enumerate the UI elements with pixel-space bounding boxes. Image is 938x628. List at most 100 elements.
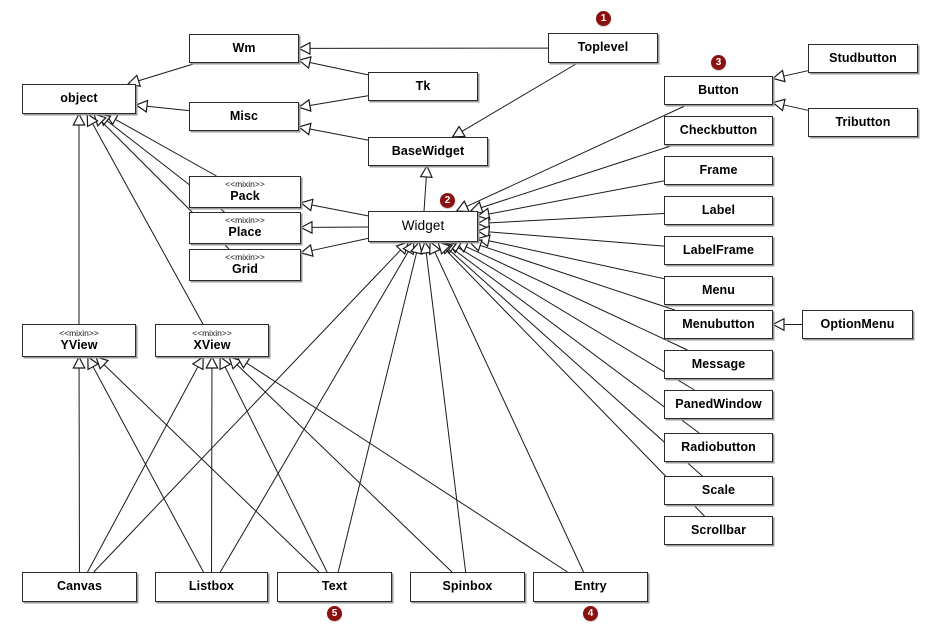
class-name-label: Pack [230, 189, 260, 204]
edge-line [783, 70, 809, 77]
edge-line [92, 366, 204, 573]
edge-line [434, 251, 584, 573]
class-node-label[interactable]: Label [664, 196, 773, 225]
edge-line [488, 212, 665, 224]
class-name-label: Widget [401, 218, 445, 234]
edge-line [480, 244, 675, 311]
class-node-optionmenu[interactable]: OptionMenu [802, 310, 913, 339]
edge-line [457, 247, 695, 391]
class-name-label: OptionMenu [820, 316, 895, 331]
edge-line [224, 366, 328, 573]
class-name-label: LabelFrame [682, 242, 755, 257]
class-name-label: Label [701, 202, 736, 217]
class-node-basewidget[interactable]: BaseWidget [368, 137, 488, 166]
class-node-menu[interactable]: Menu [664, 276, 773, 305]
class-node-yview[interactable]: <<mixin>> YView [22, 324, 136, 357]
class-name-label: Listbox [188, 579, 235, 594]
callout-badge-5: 5 [327, 606, 342, 621]
generalization-arrowhead [297, 41, 311, 56]
class-name-label: Button [698, 82, 739, 97]
generalization-arrowhead [72, 112, 86, 126]
edge-line [337, 252, 418, 573]
class-name-label: Place [228, 225, 262, 240]
class-node-scrollbar[interactable]: Scrollbar [664, 516, 773, 545]
generalization-arrowhead [771, 98, 786, 112]
class-name-label: object [60, 91, 98, 106]
generalization-arrowhead [299, 220, 313, 235]
edge-line [452, 248, 700, 434]
stereotype-label: <<mixin>> [225, 179, 265, 190]
class-name-label: Toplevel [577, 40, 629, 55]
edge-line [466, 104, 688, 207]
edge-line [488, 240, 665, 280]
class-node-wm[interactable]: Wm [189, 34, 299, 63]
class-node-radiobutton[interactable]: Radiobutton [664, 433, 773, 462]
class-name-label: Scale [701, 482, 736, 497]
class-node-menubutton[interactable]: Menubutton [664, 310, 773, 339]
class-node-listbox[interactable]: Listbox [155, 572, 268, 602]
class-node-frame[interactable]: Frame [664, 156, 773, 185]
class-node-message[interactable]: Message [664, 350, 773, 379]
callout-badge-1: 1 [596, 11, 611, 26]
edge-line [92, 123, 204, 325]
class-name-label: Spinbox [442, 579, 493, 594]
generalization-arrowhead [205, 355, 219, 369]
edge-line [481, 144, 675, 209]
generalization-arrowhead [419, 164, 433, 179]
callout-badge-2: 2 [440, 193, 455, 208]
edge-line [311, 204, 369, 217]
class-node-labelframe[interactable]: LabelFrame [664, 236, 773, 265]
class-node-toplevel[interactable]: Toplevel [548, 33, 658, 63]
class-node-entry[interactable]: Entry [533, 572, 648, 602]
class-node-button[interactable]: Button [664, 76, 773, 105]
class-node-xview[interactable]: <<mixin>> XView [155, 324, 269, 357]
class-node-tributton[interactable]: Tributton [808, 108, 918, 137]
class-node-spinbox[interactable]: Spinbox [410, 572, 525, 602]
edge-line [465, 246, 688, 351]
generalization-arrowhead [451, 125, 466, 138]
class-name-label: Message [691, 356, 746, 371]
class-name-label: BaseWidget [391, 143, 465, 158]
edge-line [246, 362, 568, 573]
edge-line [138, 62, 197, 82]
edge-line [309, 61, 369, 76]
class-node-misc[interactable]: Misc [189, 102, 299, 131]
stereotype-label: <<mixin>> [192, 327, 232, 338]
callout-badge-3: 3 [711, 55, 726, 70]
stereotype-label: <<mixin>> [225, 215, 265, 226]
class-name-label: Studbutton [829, 50, 897, 65]
class-name-label: PanedWindow [675, 396, 762, 411]
class-node-canvas[interactable]: Canvas [22, 572, 137, 602]
stereotype-label: <<mixin>> [225, 252, 265, 263]
class-node-studbutton[interactable]: Studbutton [808, 44, 918, 73]
generalization-arrowhead [297, 122, 312, 136]
generalization-arrowhead [299, 198, 314, 212]
generalization-arrowhead [297, 56, 312, 70]
generalization-arrowhead [771, 69, 786, 83]
class-node-widget[interactable]: Widget [368, 211, 478, 242]
class-node-place[interactable]: <<mixin>> Place [189, 212, 301, 244]
class-name-label: Entry [574, 579, 607, 594]
edge-line [311, 237, 369, 252]
edge-line [783, 104, 809, 111]
class-name-label: Tributton [835, 114, 891, 129]
class-name-label: YView [60, 337, 98, 352]
class-node-pack[interactable]: <<mixin>> Pack [189, 176, 301, 208]
edge-line [488, 180, 665, 215]
generalization-arrowhead [771, 317, 785, 332]
edge-line [219, 251, 409, 573]
class-node-text[interactable]: Text [277, 572, 392, 602]
class-node-checkbutton[interactable]: Checkbutton [664, 116, 773, 145]
class-name-label: Frame [699, 162, 738, 177]
class-node-panedwindow[interactable]: PanedWindow [664, 390, 773, 419]
class-node-tk[interactable]: Tk [368, 72, 478, 101]
class-node-scale[interactable]: Scale [664, 476, 773, 505]
generalization-arrowhead [297, 98, 312, 112]
class-name-label: Menu [701, 282, 736, 297]
class-name-label: XView [193, 337, 231, 352]
generalization-arrowhead [72, 355, 86, 369]
class-node-object[interactable]: object [22, 84, 136, 114]
class-node-grid[interactable]: <<mixin>> Grid [189, 249, 301, 281]
edge-line [423, 176, 427, 212]
generalization-arrowhead [134, 99, 149, 113]
